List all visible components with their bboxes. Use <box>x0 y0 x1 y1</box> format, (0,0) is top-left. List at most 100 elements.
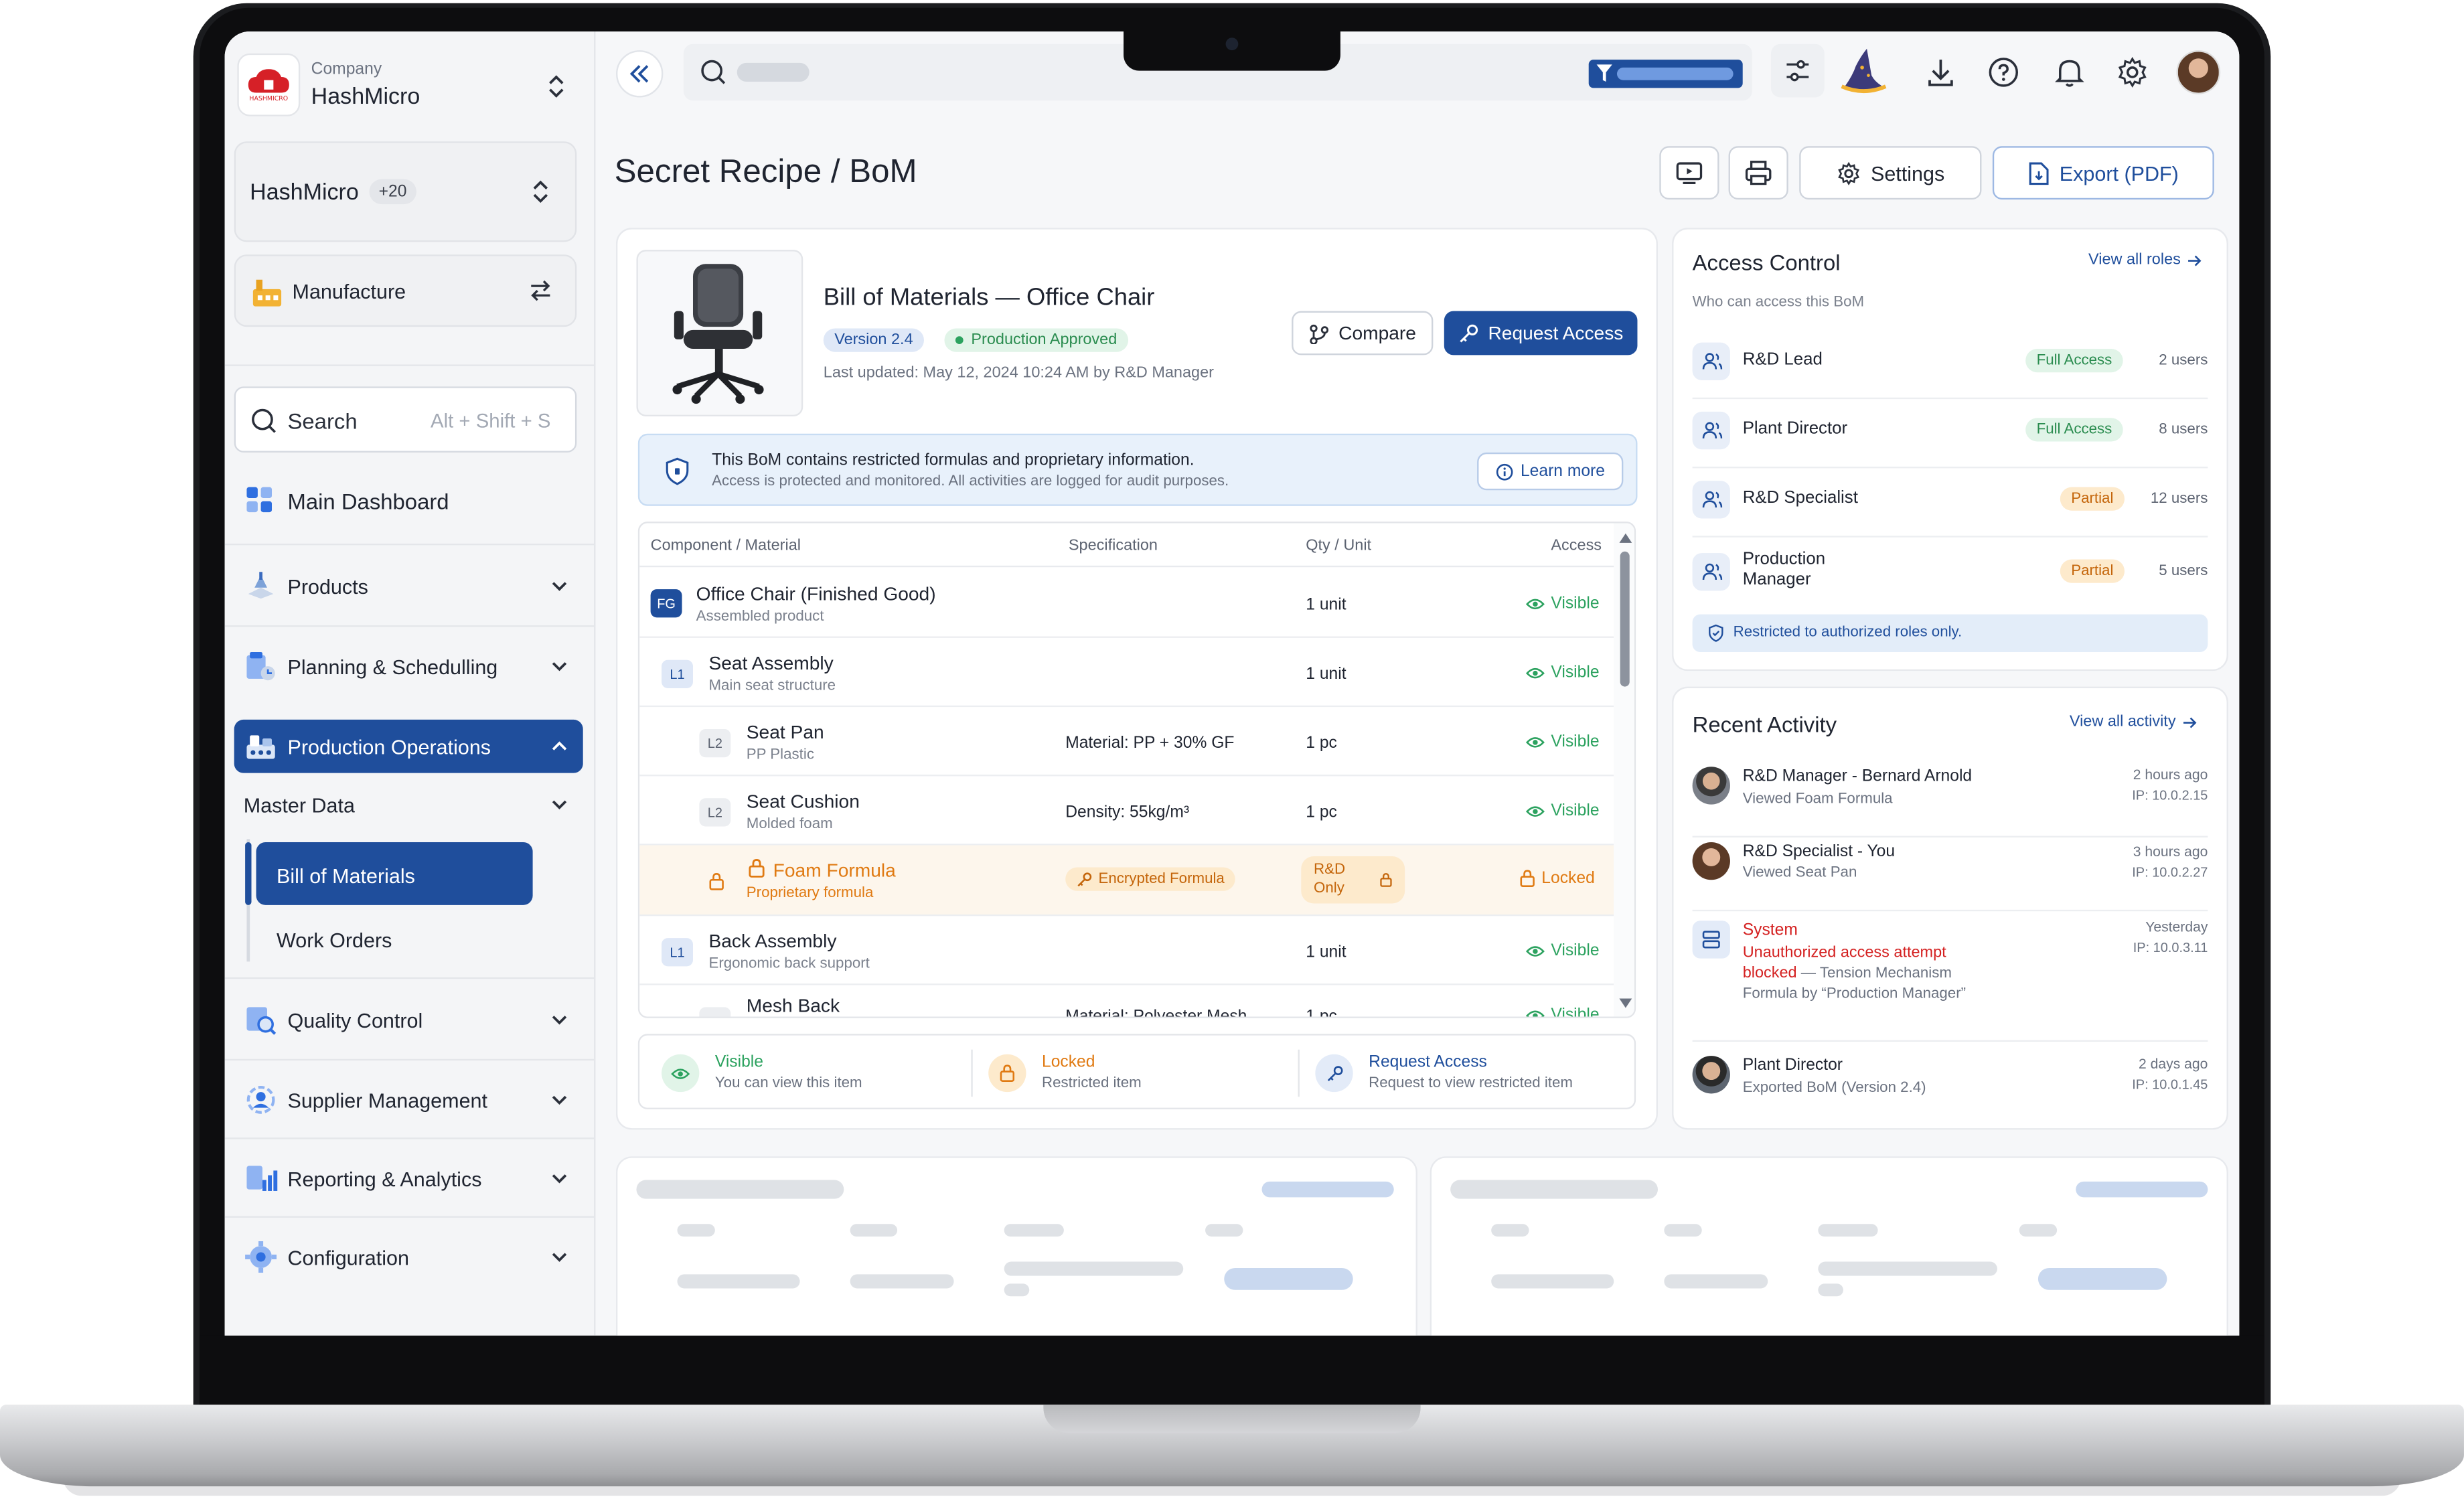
table-row[interactable]: L1 Seat Assembly Main seat structure 1 u… <box>639 638 1614 708</box>
role-row[interactable]: R&D Lead Full Access 2 users <box>1692 333 2208 390</box>
learn-more-button[interactable]: Learn more <box>1477 452 1624 491</box>
user-avatar[interactable] <box>2176 50 2221 94</box>
nav-bill-of-materials[interactable]: Bill of Materials <box>256 842 533 905</box>
table-row[interactable]: FG Office Chair (Finished Good) Assemble… <box>639 569 1614 638</box>
hashmicro-logo-icon: HASHMICRO <box>237 53 301 116</box>
scrollbar-thumb[interactable] <box>1620 551 1630 687</box>
activity-time: 2 hours ago <box>2133 767 2208 783</box>
nav-master-data[interactable]: Master Data <box>234 783 583 827</box>
role-row[interactable]: Production Manager Partial 5 users <box>1692 540 2208 603</box>
skeleton <box>850 1224 898 1237</box>
lock-icon <box>1380 872 1393 888</box>
activity-item[interactable]: Plant Director Exported BoM (Version 2.4… <box>1692 1052 2208 1119</box>
learn-more-label: Learn more <box>1520 461 1605 481</box>
card-title: Access Control <box>1692 250 1841 275</box>
products-icon <box>244 569 279 604</box>
nav-supplier-management[interactable]: Supplier Management <box>234 1073 583 1127</box>
arrow-right-icon <box>2182 716 2196 728</box>
link-label: View all activity <box>2069 713 2176 731</box>
download-icon[interactable] <box>1925 56 1956 88</box>
activity-ip: IP: 10.0.3.11 <box>2133 939 2208 955</box>
export-pdf-button[interactable]: Export (PDF) <box>1992 146 2214 200</box>
scroll-up-icon[interactable] <box>1618 533 1632 544</box>
access-label: Visible <box>1551 594 1600 613</box>
legend-title: Request Access <box>1369 1052 1487 1072</box>
view-all-roles-link[interactable]: View all roles <box>2088 252 2201 268</box>
skeleton <box>677 1274 800 1289</box>
sidebar-search-input[interactable]: Search Alt + Shift + S <box>234 386 577 453</box>
skeleton <box>1004 1261 1184 1276</box>
skeleton <box>1205 1224 1243 1237</box>
notice-subtitle: Access is protected and monitored. All a… <box>712 473 1229 491</box>
module-switcher[interactable]: Manufacture <box>234 254 577 327</box>
restricted-roles-note: Restricted to authorized roles only. <box>1692 614 2208 652</box>
qty: 1 unit <box>1306 943 1346 962</box>
lock-icon <box>1519 869 1535 888</box>
qty: 1 pc <box>1306 734 1337 753</box>
skeleton-card-right <box>1430 1156 2228 1336</box>
table-row[interactable]: L1 Back Assembly Ergonomic back support … <box>639 916 1614 985</box>
version-badge: Version 2.4 <box>823 328 925 352</box>
nav-configuration[interactable]: Configuration <box>234 1231 583 1284</box>
chevron-updown-icon <box>530 177 552 206</box>
nav-planning[interactable]: Planning & Schedulling <box>234 639 583 693</box>
role-row[interactable]: R&D Specialist Partial 12 users <box>1692 471 2208 528</box>
gear-icon <box>1836 161 1859 185</box>
activity-item[interactable]: System Unauthorized access attempt block… <box>1692 918 2208 1028</box>
access-legend: Visible You can view this item Locked Re… <box>637 1034 1636 1109</box>
table-row-locked[interactable]: Foam Formula Proprietary formula Encrypt… <box>639 845 1614 917</box>
activity-item[interactable]: R&D Manager - Bernard Arnold Viewed Foam… <box>1692 764 2208 830</box>
component-name: Seat Assembly <box>708 651 834 674</box>
bell-icon[interactable] <box>2054 56 2085 88</box>
chevron-down-icon <box>548 1246 570 1268</box>
nav-work-orders[interactable]: Work Orders <box>256 915 533 965</box>
activity-item[interactable]: R&D Specialist - You Viewed Seat Pan 3 h… <box>1692 842 2208 908</box>
component-sub: Molded foam <box>746 815 833 833</box>
role-users: 8 users <box>2159 420 2208 439</box>
access-visible: Visible <box>1525 941 1600 960</box>
play-screen-icon <box>1675 160 1703 185</box>
table-header: Component / Material Specification Qty /… <box>639 524 1634 568</box>
chevron-down-icon <box>548 793 570 815</box>
notice-title: This BoM contains restricted formulas an… <box>712 451 1195 470</box>
nav-label: Reporting & Analytics <box>287 1166 482 1190</box>
activity-actor: System <box>1742 921 1798 940</box>
activity-actor: Plant Director <box>1742 1056 1843 1075</box>
table-scrollbar[interactable] <box>1614 523 1634 1017</box>
table-row[interactable]: L2 Mesh Back Material: Polyester Mesh 1 … <box>639 985 1614 1017</box>
settings-button[interactable]: Settings <box>1799 146 1982 200</box>
request-access-button[interactable]: Request Access <box>1444 311 1638 355</box>
nav-production-operations[interactable]: Production Operations <box>234 719 583 773</box>
role-row[interactable]: Plant Director Full Access 8 users <box>1692 402 2208 459</box>
collapse-sidebar-button[interactable] <box>615 50 664 98</box>
filter-chip[interactable] <box>1588 60 1743 88</box>
nav-reporting-analytics[interactable]: Reporting & Analytics <box>234 1152 583 1205</box>
help-icon[interactable] <box>1988 56 2019 88</box>
legend-request-access[interactable]: Request Access Request to view restricte… <box>1315 1050 1629 1097</box>
table-row[interactable]: L2 Seat Pan PP Plastic Material: PP + 30… <box>639 707 1614 777</box>
print-button[interactable] <box>1728 146 1788 200</box>
legend-sub: Request to view restricted item <box>1369 1075 1573 1093</box>
nav-quality-control[interactable]: Quality Control <box>234 993 583 1046</box>
present-button[interactable] <box>1659 146 1719 200</box>
scroll-down-icon[interactable] <box>1618 998 1632 1008</box>
skeleton <box>1004 1224 1064 1237</box>
chevron-down-icon <box>548 575 570 597</box>
nav-products[interactable]: Products <box>234 559 583 613</box>
compare-button[interactable]: Compare <box>1292 311 1434 355</box>
col-specification: Specification <box>1068 537 1158 555</box>
table-row[interactable]: L2 Seat Cushion Molded foam Density: 55k… <box>639 776 1614 846</box>
role-level-badge: Full Access <box>2025 418 2123 442</box>
last-updated: Last updated: May 12, 2024 10:24 AM by R… <box>823 364 1214 382</box>
specification: Material: PP + 30% GF <box>1065 734 1235 753</box>
gear-icon[interactable] <box>2116 56 2148 88</box>
search-skeleton <box>737 62 810 82</box>
company-switcher[interactable]: HASHMICRO Company HashMicro <box>234 50 587 119</box>
filter-settings-button[interactable] <box>1770 44 1825 98</box>
key-icon <box>1458 323 1479 343</box>
access-label: Visible <box>1551 732 1600 751</box>
nav-main-dashboard[interactable]: Main Dashboard <box>234 475 583 528</box>
view-all-activity-link[interactable]: View all activity <box>2070 713 2196 730</box>
wizard-hat-icon[interactable] <box>1840 44 1887 94</box>
workspace-switcher[interactable]: HashMicro +20 <box>234 141 577 242</box>
